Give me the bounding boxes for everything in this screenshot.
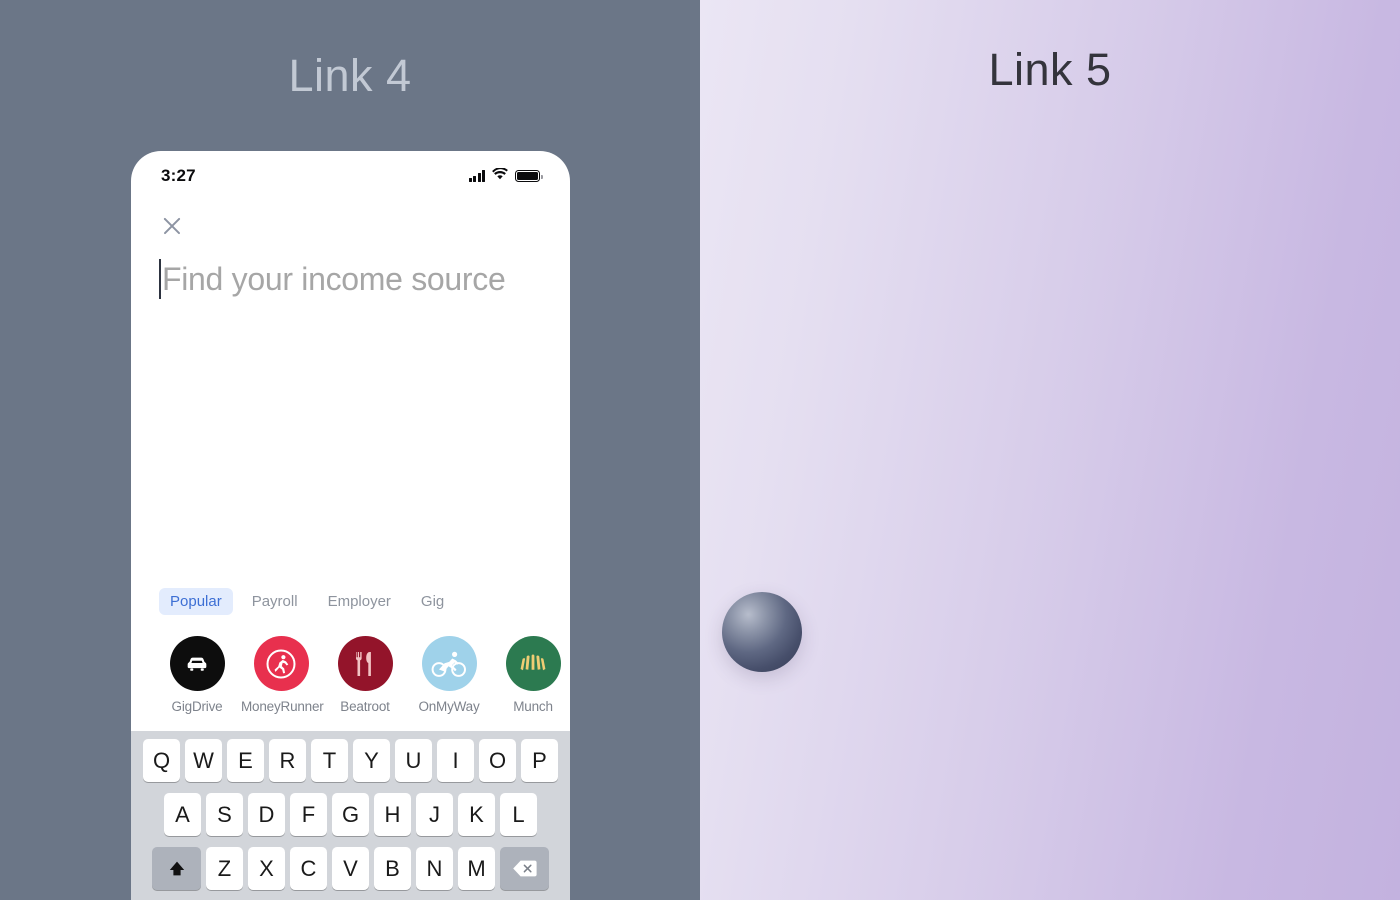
backspace-icon[interactable]	[500, 847, 549, 890]
key-o[interactable]: O	[479, 739, 516, 782]
key-f[interactable]: F	[290, 793, 327, 836]
key-j[interactable]: J	[416, 793, 453, 836]
panel-right: Link 5 3:27 Find your income source	[700, 0, 1400, 900]
keyboard-row-2: A S D F G H J K L	[134, 793, 567, 836]
key-i[interactable]: I	[437, 739, 474, 782]
status-time: 3:27	[161, 166, 196, 185]
cutlery-icon	[337, 636, 393, 691]
key-h[interactable]: H	[374, 793, 411, 836]
battery-icon	[515, 170, 543, 182]
brand-label: Beatroot	[340, 699, 390, 714]
tab-popular[interactable]: Popular	[159, 588, 233, 615]
keyboard-row-3: Z X C V B N M	[134, 847, 567, 890]
tab-employer[interactable]: Employer	[317, 588, 402, 615]
brand-label: OnMyWay	[418, 699, 480, 714]
status-bar-left: 3:27	[131, 151, 570, 195]
brand-item-moneyrunner[interactable]: MoneyRunner	[241, 636, 324, 714]
panel-left-title: Link 4	[288, 50, 412, 101]
key-d[interactable]: D	[248, 793, 285, 836]
brand-item-beatroot[interactable]: Beatroot	[325, 636, 405, 714]
keyboard-row-1: Q W E R T Y U I O P	[134, 739, 567, 782]
key-x[interactable]: X	[248, 847, 285, 890]
key-e[interactable]: E	[227, 739, 264, 782]
left-brand-grid: GigDrive MoneyRunner Beatroot OnMyWay Mu…	[157, 636, 570, 714]
left-screen-body: Find your income source	[131, 195, 570, 299]
key-l[interactable]: L	[500, 793, 537, 836]
key-t[interactable]: T	[311, 739, 348, 782]
signal-bars-icon	[468, 170, 485, 182]
search-input-placeholder: Find your income source	[162, 260, 506, 297]
key-c[interactable]: C	[290, 847, 327, 890]
key-u[interactable]: U	[395, 739, 432, 782]
key-v[interactable]: V	[332, 847, 369, 890]
shift-key-icon[interactable]	[152, 847, 201, 890]
key-y[interactable]: Y	[353, 739, 390, 782]
key-p[interactable]: P	[521, 739, 558, 782]
key-m[interactable]: M	[458, 847, 495, 890]
brand-label: GigDrive	[171, 699, 223, 714]
brand-label: MoneyRunner	[241, 699, 324, 714]
brand-item-munch[interactable]: Munch	[493, 636, 570, 714]
panel-right-title: Link 5	[988, 44, 1112, 95]
key-a[interactable]: A	[164, 793, 201, 836]
panel-left: Link 4 3:27 Find your income source Popu…	[0, 0, 700, 900]
key-n[interactable]: N	[416, 847, 453, 890]
screenshot-stage: Link 4 3:27 Find your income source Popu…	[0, 0, 1400, 900]
on-screen-keyboard[interactable]: Q W E R T Y U I O P A S D F G H J K L Z …	[131, 731, 570, 900]
wifi-icon	[492, 167, 508, 185]
key-z[interactable]: Z	[206, 847, 243, 890]
brand-item-gigdrive[interactable]: GigDrive	[157, 636, 237, 714]
key-g[interactable]: G	[332, 793, 369, 836]
phone-mockup-left: 3:27 Find your income source Popular Pay…	[131, 151, 570, 900]
fan-shell-icon	[505, 636, 561, 691]
text-caret	[159, 259, 161, 299]
close-icon[interactable]	[159, 213, 185, 239]
key-q[interactable]: Q	[143, 739, 180, 782]
car-icon	[169, 636, 225, 691]
left-tabs: Popular Payroll Employer Gig	[159, 588, 455, 615]
brand-item-onmyway[interactable]: OnMyWay	[409, 636, 489, 714]
search-input[interactable]: Find your income source	[159, 259, 542, 299]
key-w[interactable]: W	[185, 739, 222, 782]
cyclist-icon	[421, 636, 477, 691]
sphere-decoration-middle	[722, 592, 802, 672]
key-r[interactable]: R	[269, 739, 306, 782]
tab-payroll[interactable]: Payroll	[241, 588, 309, 615]
key-k[interactable]: K	[458, 793, 495, 836]
tab-gig[interactable]: Gig	[410, 588, 455, 615]
status-icons	[468, 167, 543, 185]
key-s[interactable]: S	[206, 793, 243, 836]
runner-icon	[253, 636, 309, 691]
key-b[interactable]: B	[374, 847, 411, 890]
brand-label: Munch	[513, 699, 553, 714]
